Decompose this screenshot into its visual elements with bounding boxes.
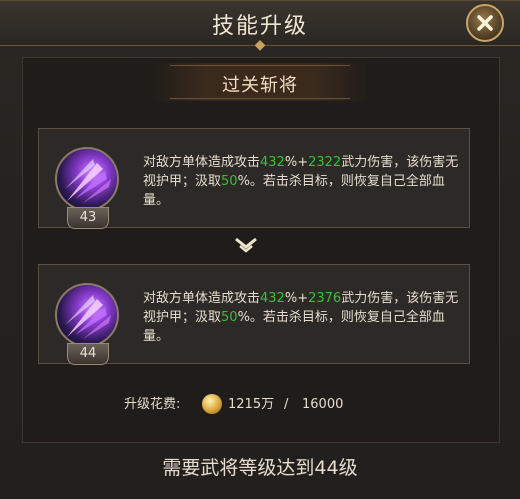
- section-header: 过关斩将: [150, 63, 370, 101]
- chevron-down-icon: [235, 237, 257, 253]
- coin-icon: [202, 394, 222, 414]
- skill-description: 对敌方单体造成攻击432%+2376武力伤害，该伤害无视护甲；汲取50%。若击杀…: [143, 291, 459, 344]
- next-skill-card: 44 对敌方单体造成攻击432%+2376武力伤害，该伤害无视护甲；汲取50%。…: [38, 264, 470, 365]
- cost-separator: /: [284, 397, 289, 412]
- skill-icon: [55, 147, 119, 211]
- skill-icon: [55, 283, 119, 347]
- current-skill-card: 43 对敌方单体造成攻击432%+2322武力伤害，该伤害无视护甲；汲取50%。…: [38, 128, 470, 229]
- level-requirement: 需要武将等级达到44级: [162, 457, 358, 479]
- level-badge: 44: [67, 343, 109, 365]
- cost-current: 1215万: [228, 397, 275, 412]
- close-button[interactable]: [466, 4, 504, 42]
- skill-name: 过关斩将: [222, 75, 298, 96]
- title-bar: 技能升级 ◆: [0, 1, 520, 53]
- close-icon: [477, 15, 493, 31]
- cost-total: 16000: [302, 397, 344, 412]
- window-title: 技能升级: [211, 14, 308, 39]
- skill-upgrade-panel: 技能升级 ◆ 过关斩将 43 对敌方单体造成攻击432%+2322武力伤害，该伤…: [0, 0, 520, 499]
- cost-label: 升级花费:: [124, 397, 181, 412]
- level-badge: 43: [67, 207, 109, 229]
- ornament-icon: ◆: [254, 37, 266, 53]
- content-area: [22, 57, 500, 443]
- skill-description: 对敌方单体造成攻击432%+2322武力伤害，该伤害无视护甲；汲取50%。若击杀…: [143, 155, 459, 208]
